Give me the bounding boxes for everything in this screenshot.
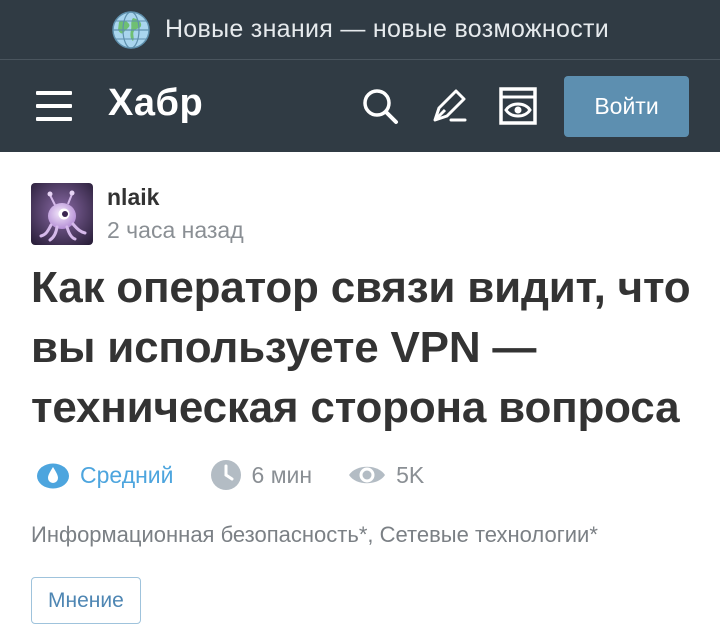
search-icon[interactable] — [358, 84, 402, 128]
eye-icon — [349, 466, 386, 484]
hub-link[interactable]: Информационная безопасность* — [31, 522, 367, 547]
reading-time: 6 мин — [210, 459, 313, 491]
author-name[interactable]: nlaik — [107, 183, 244, 211]
views-count: 5K — [348, 462, 424, 489]
menu-icon[interactable] — [36, 91, 72, 121]
author-block: nlaik 2 часа назад — [31, 183, 244, 247]
complexity-level: Средний — [36, 461, 174, 489]
site-logo[interactable]: Хабр — [108, 82, 203, 125]
write-icon[interactable] — [427, 84, 471, 128]
views-label: 5K — [396, 461, 425, 488]
globe-icon — [112, 10, 150, 49]
site-header: Хабр Войти — [0, 60, 720, 152]
hub-link[interactable]: Сетевые технологии* — [380, 522, 598, 547]
slogan-text: Новые знания — новые возможности — [164, 15, 610, 43]
article-meta: Средний 6 мин 5K — [36, 456, 460, 494]
login-button[interactable]: Войти — [564, 76, 689, 137]
hub-list: Информационная безопасность*, Сетевые те… — [31, 522, 598, 547]
level-icon — [37, 463, 69, 489]
avatar[interactable] — [31, 183, 93, 245]
post-type-badge[interactable]: Мнение — [31, 577, 141, 624]
reading-time-label: 6 мин — [251, 461, 313, 488]
top-banner: Новые знания — новые возможности — [0, 0, 720, 60]
article-title[interactable]: Как оператор связи видит, что вы использ… — [31, 258, 701, 438]
reading-mode-icon[interactable] — [496, 84, 540, 128]
publish-time: 2 часа назад — [107, 217, 244, 243]
level-label: Средний — [80, 461, 174, 488]
clock-icon — [210, 460, 241, 490]
